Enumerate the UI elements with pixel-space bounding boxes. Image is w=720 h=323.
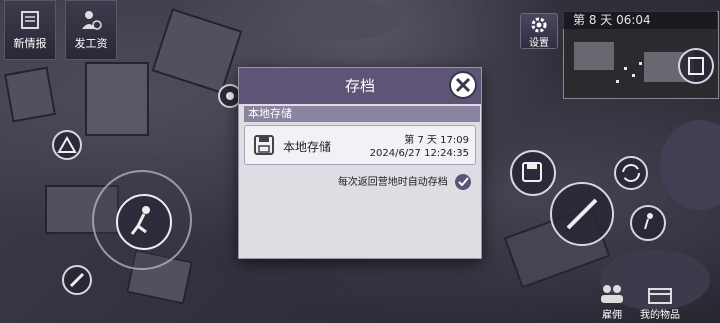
- run-icon: [644, 213, 653, 230]
- pay-salary-button[interactable]: 发工资: [65, 0, 117, 60]
- joystick-knob[interactable]: [116, 194, 172, 250]
- knife-icon: [69, 272, 85, 288]
- hire-button[interactable]: 雇佣: [592, 283, 632, 323]
- salary-label: 发工资: [74, 37, 108, 50]
- tent-button[interactable]: [52, 130, 82, 160]
- save-dialog: 存档 本地存储 本地存储 第 7 天 17:09 2024/6/27 12:24…: [238, 67, 482, 259]
- close-button[interactable]: [449, 71, 477, 99]
- switch-button[interactable]: [614, 156, 648, 190]
- day-time-display: 第 8 天 06:04: [563, 11, 717, 29]
- settings-button[interactable]: 设置: [520, 13, 558, 49]
- running-man-icon: [130, 206, 150, 235]
- scroll-icon: [21, 11, 39, 29]
- items-label: 我的物品: [640, 310, 680, 321]
- refresh-icon: [622, 164, 640, 182]
- notebook-button[interactable]: [678, 48, 714, 84]
- checkmark-icon: [458, 177, 469, 187]
- close-icon: [455, 77, 471, 93]
- coins-person-icon: [82, 11, 102, 30]
- autosave-option[interactable]: 每次返回营地时自动存档: [338, 173, 471, 190]
- floppy-disk-icon: [522, 162, 542, 182]
- book-icon: [688, 57, 704, 75]
- action-button[interactable]: [630, 205, 666, 241]
- slot-name: 本地存储: [283, 140, 332, 154]
- floppy-disk-icon: [254, 135, 274, 155]
- save-game-button[interactable]: [510, 150, 556, 196]
- section-label: 本地存储: [244, 106, 480, 122]
- sword-icon: [566, 198, 598, 230]
- settings-label: 设置: [529, 38, 549, 49]
- tool-button[interactable]: [62, 265, 92, 295]
- dialog-header: 存档: [239, 68, 481, 104]
- slot-day-time: 第 7 天 17:09: [404, 135, 469, 146]
- autosave-checkbox[interactable]: [455, 174, 471, 190]
- autosave-label: 每次返回营地时自动存档: [337, 177, 448, 188]
- hire-label: 雇佣: [602, 310, 622, 321]
- people-icon: [601, 285, 623, 303]
- attack-button[interactable]: [550, 182, 614, 246]
- eye-icon: [226, 92, 234, 100]
- my-items-button[interactable]: 我的物品: [632, 283, 688, 323]
- news-label: 新情报: [13, 37, 47, 50]
- dialog-title: 存档: [344, 77, 375, 95]
- news-button[interactable]: 新情报: [4, 0, 56, 60]
- save-slot[interactable]: 本地存储 第 7 天 17:09 2024/6/27 12:24:35: [244, 125, 476, 165]
- gear-icon: [531, 17, 547, 33]
- slot-datetime: 2024/6/27 12:24:35: [369, 148, 469, 159]
- tent-icon: [57, 135, 77, 153]
- movement-joystick[interactable]: [92, 170, 192, 270]
- chest-icon: [648, 288, 672, 304]
